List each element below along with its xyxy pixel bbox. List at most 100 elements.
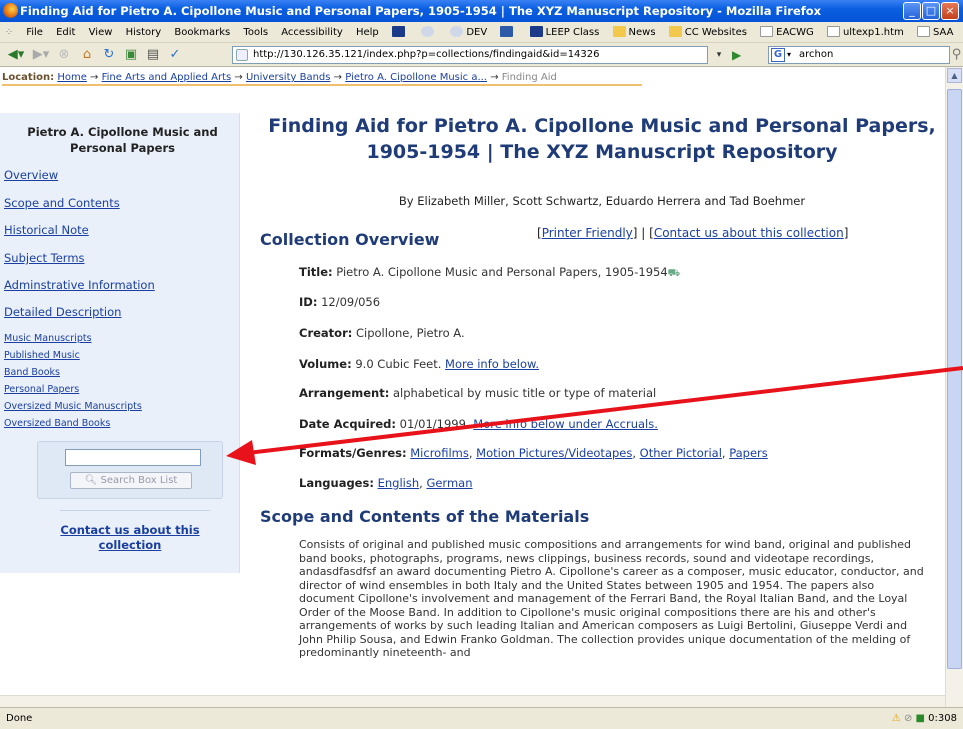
volume-more-info-link[interactable]: More info below. — [445, 357, 539, 371]
warning-icon[interactable]: ⚠ — [892, 713, 901, 724]
bookmark-circle-icon[interactable] — [416, 22, 442, 42]
search-input[interactable]: G ▾ archon — [768, 46, 950, 64]
field-arrangement: Arrangement: alphabetical by music title… — [299, 386, 657, 400]
printer-links: [Printer Friendly] | [Contact us about t… — [537, 226, 849, 240]
firefox-icon — [3, 3, 18, 18]
page-content: Location: Home → Fine Arts and Applied A… — [0, 67, 945, 707]
sidebar-divider — [60, 510, 210, 511]
menu-bookmarks[interactable]: Bookmarks — [169, 22, 235, 42]
format-link-papers[interactable]: Papers — [729, 446, 768, 460]
field-id: ID: 12/09/056 — [299, 295, 381, 309]
page-icon — [916, 26, 930, 37]
minimize-button[interactable]: _ — [903, 2, 921, 20]
scope-paragraph: Consists of original and published music… — [299, 538, 924, 659]
sidebar-title: Pietro A. Cipollone Music and Personal P… — [27, 125, 218, 155]
bookmark-add-icon[interactable]: ▣ — [122, 46, 140, 64]
chevron-down-icon: ▾ — [787, 50, 792, 59]
search-magnifier-icon[interactable]: ⚲ — [950, 46, 963, 64]
menu-bar: ⁘ File Edit View History Bookmarks Tools… — [0, 22, 963, 43]
bookmark-toolbar-icon[interactable] — [387, 22, 413, 42]
sidebar-contact-link[interactable]: Contact us about this collection — [50, 523, 210, 553]
home-icon[interactable]: ⌂ — [78, 46, 96, 64]
format-link-microfilms[interactable]: Microfilms — [410, 446, 469, 460]
bookmark-news[interactable]: News — [608, 22, 661, 42]
bookmark-eacwg[interactable]: EACWG — [755, 22, 819, 42]
breadcrumb-home[interactable]: Home — [57, 72, 87, 83]
language-link-english[interactable]: English — [378, 476, 420, 490]
field-title: Title: Pietro A. Cipollone Music and Per… — [299, 265, 681, 279]
menu-accessibility[interactable]: Accessibility — [276, 22, 348, 42]
folder-icon — [612, 26, 626, 37]
url-text: http://130.126.35.121/index.php?p=collec… — [253, 49, 600, 60]
breadcrumb-university-bands[interactable]: University Bands — [246, 72, 331, 83]
back-arrow-icon[interactable]: ◀▾ — [4, 46, 28, 64]
block-icon[interactable]: ⊘ — [904, 713, 912, 724]
search-box-list-label: Search Box List — [100, 475, 178, 486]
language-link-german[interactable]: German — [426, 476, 472, 490]
menu-help[interactable]: Help — [351, 22, 384, 42]
bookmark-cc-websites[interactable]: CC Websites — [664, 22, 752, 42]
sidebar-sublink-band-books[interactable]: Band Books — [4, 367, 60, 378]
vertical-scrollbar[interactable]: ▲ — [945, 67, 963, 707]
search-box-list-button[interactable]: 🔍︎ Search Box List — [70, 472, 192, 489]
breadcrumb-current: Finding Aid — [501, 72, 557, 83]
scrollbar-thumb[interactable] — [947, 89, 962, 669]
contact-collection-link[interactable]: Contact us about this collection — [654, 226, 844, 240]
sidebar-sublink-oversized-band-books[interactable]: Oversized Band Books — [4, 418, 110, 429]
magnifier-icon: 🔍︎ — [84, 475, 98, 486]
url-dropdown-icon[interactable]: ▾ — [712, 46, 726, 64]
accruals-link[interactable]: More info below under Accruals. — [473, 417, 658, 431]
addon-icon[interactable]: ■ — [916, 713, 925, 724]
printer-friendly-link[interactable]: Printer Friendly — [542, 226, 633, 240]
menu-file[interactable]: File — [21, 22, 48, 42]
sidebar-link-detailed-description[interactable]: Detailed Description — [4, 305, 121, 319]
sidebar: Pietro A. Cipollone Music and Personal P… — [0, 113, 240, 573]
menu-edit[interactable]: Edit — [51, 22, 80, 42]
sidebar-sublink-music-manuscripts[interactable]: Music Manuscripts — [4, 333, 92, 344]
format-link-motion-pictures[interactable]: Motion Pictures/Videotapes — [476, 446, 632, 460]
forward-arrow-icon[interactable]: ▶▾ — [30, 46, 52, 64]
site-icon — [236, 49, 248, 61]
search-text: archon — [799, 49, 834, 60]
bookmark-leep-class[interactable]: LEEP Class — [525, 22, 605, 42]
go-arrow-icon[interactable]: ▶ — [732, 46, 746, 64]
menu-history[interactable]: History — [121, 22, 167, 42]
reload-icon[interactable]: ↻ — [100, 46, 118, 64]
google-icon: G — [771, 48, 785, 62]
box-search-input[interactable] — [65, 449, 201, 466]
navigation-toolbar: ◀▾ ▶▾ ⊗ ⌂ ↻ ▣ ▤ ✓ http://130.126.35.121/… — [0, 43, 963, 67]
collection-overview-heading: Collection Overview — [260, 230, 440, 249]
bookmark-ultexp1[interactable]: ultexp1.htm — [822, 22, 909, 42]
sidebar-link-subject-terms[interactable]: Subject Terms — [4, 251, 85, 265]
sidebar-link-overview[interactable]: Overview — [4, 168, 58, 182]
sidebar-link-scope[interactable]: Scope and Contents — [4, 196, 120, 210]
sidebar-link-historical-note[interactable]: Historical Note — [4, 223, 89, 237]
search-box-panel: 🔍︎ Search Box List — [37, 441, 223, 499]
breadcrumb-collection[interactable]: Pietro A. Cipollone Music a... — [345, 72, 487, 83]
print-icon[interactable]: ▤ — [144, 46, 162, 64]
close-button[interactable]: × — [941, 2, 959, 20]
bookmark-saa[interactable]: SAA — [912, 22, 959, 42]
field-formats: Formats/Genres: Microfilms, Motion Pictu… — [299, 446, 768, 460]
authors: By Elizabeth Miller, Scott Schwartz, Edu… — [398, 194, 806, 208]
url-bar[interactable]: http://130.126.35.121/index.php?p=collec… — [232, 46, 708, 64]
bookmark-dev[interactable]: DEV — [445, 22, 492, 42]
maximize-button[interactable]: □ — [922, 2, 940, 20]
cart-icon[interactable]: ⛟ — [668, 268, 681, 279]
menu-view[interactable]: View — [84, 22, 118, 42]
grip-icon: ⁘ — [4, 27, 14, 38]
breadcrumb-fine-arts[interactable]: Fine Arts and Applied Arts — [102, 72, 232, 83]
menu-tools[interactable]: Tools — [238, 22, 273, 42]
status-text: Done — [6, 713, 33, 724]
horizontal-scrollbar[interactable] — [0, 695, 945, 707]
bookmark-fm-icon[interactable] — [495, 22, 521, 42]
spellcheck-icon[interactable]: ✓ — [166, 46, 184, 64]
sidebar-sublink-personal-papers[interactable]: Personal Papers — [4, 384, 79, 395]
sidebar-sublink-published-music[interactable]: Published Music — [4, 350, 80, 361]
sidebar-link-admin-info[interactable]: Adminstrative Information — [4, 278, 155, 292]
stop-icon[interactable]: ⊗ — [55, 46, 73, 64]
scroll-up-icon[interactable]: ▲ — [947, 68, 962, 83]
format-link-other-pictorial[interactable]: Other Pictorial — [640, 446, 722, 460]
field-languages: Languages: English, German — [299, 476, 473, 490]
sidebar-sublink-oversized-music[interactable]: Oversized Music Manuscripts — [4, 401, 142, 412]
